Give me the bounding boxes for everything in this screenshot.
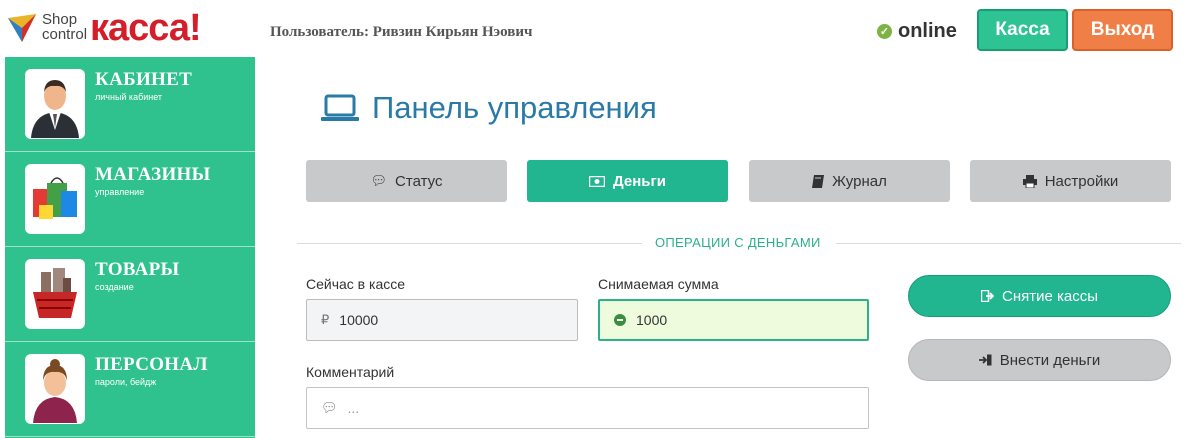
- page-title: Панель управления: [320, 90, 657, 126]
- sidebar-item-goods[interactable]: ТОВАРЫ создание: [5, 247, 255, 342]
- section-title: ОПЕРАЦИИ С ДЕНЬГАМИ: [655, 235, 821, 250]
- basket-icon: [25, 259, 85, 329]
- divider: [297, 243, 642, 244]
- comment-icon: 💬︎: [370, 173, 388, 188]
- logo-shop: Shop: [42, 11, 78, 28]
- comment-label: Комментарий: [306, 364, 395, 380]
- tab-label: Статус: [395, 172, 443, 190]
- sidebar-item-shops[interactable]: МАГАЗИНЫ управление: [5, 152, 255, 247]
- laptop-icon: [321, 94, 359, 121]
- tab-journal[interactable]: Журнал: [749, 160, 950, 202]
- tab-label: Журнал: [832, 172, 887, 190]
- comment-placeholder: ...: [347, 400, 360, 416]
- online-text: online: [898, 19, 957, 42]
- withdraw-cash-button[interactable]: Снятие кассы: [908, 275, 1171, 317]
- employee-icon: [25, 354, 85, 424]
- book-icon: [812, 174, 825, 188]
- withdraw-label: Снимаемая сумма: [598, 276, 719, 292]
- exit-button[interactable]: Выход: [1072, 9, 1173, 51]
- tab-label: Настройки: [1044, 172, 1119, 190]
- online-status: ✓ online: [877, 19, 957, 43]
- in-cash-value: 10000: [339, 312, 379, 328]
- logo: Shop control касса!: [8, 7, 208, 49]
- sidebar-item-title: ПЕРСОНАЛ: [95, 354, 208, 375]
- minus-circle-icon: [614, 314, 626, 326]
- in-cash-field: ₽ 10000: [306, 299, 578, 341]
- money-icon: [589, 175, 606, 187]
- comment-icon: 💬︎: [321, 400, 338, 415]
- shopping-bags-icon: [25, 164, 85, 234]
- sidebar-item-staff[interactable]: ПЕРСОНАЛ пароли, бейдж: [5, 342, 255, 437]
- tab-money[interactable]: Деньги: [527, 160, 728, 202]
- divider: [836, 243, 1181, 244]
- kassa-button[interactable]: Касса: [977, 9, 1068, 51]
- sidebar-item-title: ТОВАРЫ: [95, 259, 180, 280]
- deposit-money-button[interactable]: Внести деньги: [908, 339, 1171, 381]
- sidebar-item-title: МАГАЗИНЫ: [95, 164, 211, 185]
- sign-out-icon: [980, 290, 994, 302]
- in-cash-label: Сейчас в кассе: [306, 276, 406, 292]
- page-title-text: Панель управления: [372, 90, 657, 125]
- sidebar-item-cabinet[interactable]: КАБИНЕТ личный кабинет: [5, 57, 255, 152]
- tab-status[interactable]: 💬︎ Статус: [306, 160, 507, 202]
- sidebar-item-subtitle: создание: [95, 282, 134, 292]
- comment-input[interactable]: 💬︎ ...: [306, 387, 869, 429]
- deposit-money-label: Внести деньги: [999, 351, 1101, 369]
- sidebar: КАБИНЕТ личный кабинет МАГАЗИНЫ управлен…: [5, 57, 255, 438]
- user-name: Пользователь: Ривзин Кирьян Нэович: [270, 24, 533, 40]
- ruble-icon: ₽: [321, 312, 330, 327]
- withdraw-cash-label: Снятие кассы: [1001, 287, 1098, 305]
- sign-in-icon: [978, 354, 992, 366]
- check-icon: ✓: [877, 23, 892, 39]
- logo-icon: [8, 14, 36, 42]
- logo-kassa: касса!: [90, 7, 202, 49]
- sidebar-item-subtitle: пароли, бейдж: [95, 377, 157, 387]
- sidebar-item-title: КАБИНЕТ: [95, 69, 193, 90]
- logo-control: control: [42, 26, 88, 43]
- sidebar-item-subtitle: личный кабинет: [95, 92, 163, 102]
- businessman-icon: [25, 69, 85, 139]
- tab-settings[interactable]: Настройки: [970, 160, 1171, 202]
- withdraw-amount-input[interactable]: 1000: [598, 299, 869, 341]
- sidebar-item-subtitle: управление: [95, 187, 145, 197]
- tab-label: Деньги: [613, 172, 666, 190]
- withdraw-value: 1000: [636, 312, 668, 328]
- printer-icon: [1022, 174, 1037, 188]
